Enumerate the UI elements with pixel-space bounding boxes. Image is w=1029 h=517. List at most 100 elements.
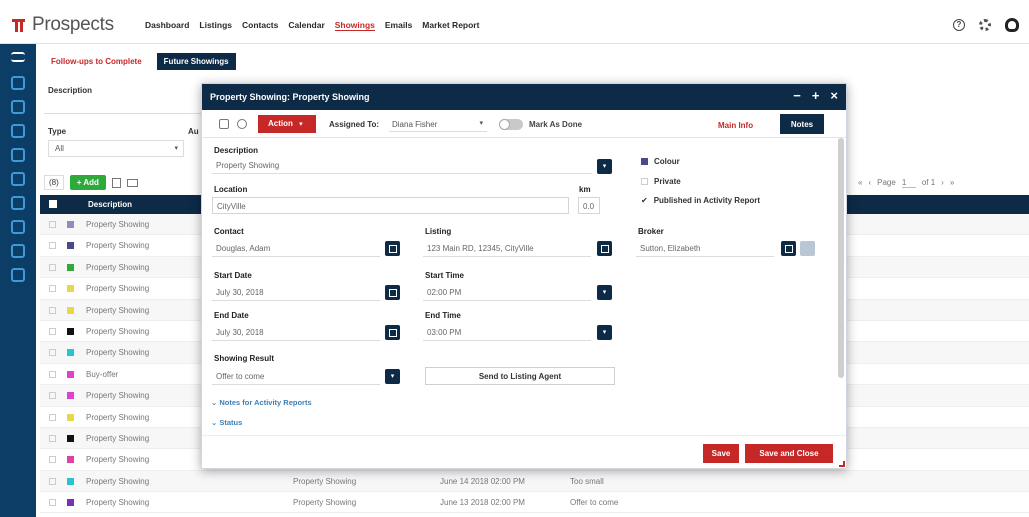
pager-next-icon[interactable]: › bbox=[941, 178, 944, 188]
contact-select[interactable]: Douglas, Adam bbox=[212, 240, 380, 257]
nav-emails[interactable]: Emails bbox=[385, 20, 412, 31]
book-icon[interactable] bbox=[11, 268, 25, 282]
row-checkbox[interactable] bbox=[49, 349, 56, 357]
end-time-select[interactable]: 03:00 PM bbox=[423, 324, 591, 341]
add-button[interactable]: + Add bbox=[69, 175, 106, 190]
row-checkbox[interactable] bbox=[49, 370, 56, 378]
row-checkbox[interactable] bbox=[49, 413, 56, 421]
export-icon[interactable] bbox=[111, 177, 121, 188]
tag-icon[interactable] bbox=[11, 244, 25, 258]
tab-follow-ups[interactable]: Follow-ups to Complete bbox=[44, 53, 149, 70]
nav-dashboard[interactable]: Dashboard bbox=[145, 20, 189, 31]
showing-result-dropdown-button[interactable]: ▾ bbox=[385, 369, 400, 384]
help-icon[interactable]: ? bbox=[953, 19, 965, 31]
save-and-close-button[interactable]: Save and Close bbox=[745, 444, 833, 463]
document-icon[interactable] bbox=[11, 220, 25, 234]
color-swatch bbox=[67, 499, 74, 507]
record-count[interactable]: (8) bbox=[44, 175, 64, 190]
end-date-calendar-icon[interactable] bbox=[385, 325, 400, 340]
nav-listings[interactable]: Listings bbox=[199, 20, 232, 31]
pager-first-icon[interactable]: « bbox=[858, 178, 862, 188]
start-date-input[interactable]: July 30, 2018 bbox=[212, 284, 380, 301]
compass-icon[interactable] bbox=[11, 172, 25, 186]
money-icon[interactable] bbox=[11, 100, 25, 114]
tab-main-info[interactable]: Main Info bbox=[718, 121, 753, 130]
resize-handle[interactable] bbox=[839, 461, 845, 467]
pager-last-icon[interactable]: » bbox=[950, 178, 954, 188]
published-option[interactable]: ✔ Published in Activity Report bbox=[641, 196, 760, 205]
table-row[interactable]: Property Showing Property Showing June 14 … bbox=[40, 470, 1029, 493]
km-input[interactable]: 0.0 bbox=[578, 197, 600, 214]
dialog-scrollbar[interactable] bbox=[838, 138, 844, 378]
gear-icon[interactable] bbox=[979, 19, 991, 31]
description-dropdown-button[interactable]: ▾ bbox=[597, 159, 612, 174]
start-date-calendar-icon[interactable] bbox=[385, 285, 400, 300]
row-checkbox[interactable] bbox=[49, 477, 56, 485]
list-toolbar: (8) + Add bbox=[44, 175, 138, 190]
end-date-input[interactable]: July 30, 2018 bbox=[212, 324, 380, 341]
dialog-title: Property Showing: Property Showing bbox=[210, 92, 370, 102]
tab-future-showings[interactable]: Future Showings bbox=[156, 53, 236, 70]
broker-lookup-button[interactable] bbox=[781, 241, 796, 256]
chevron-down-icon: ▾ bbox=[479, 120, 483, 127]
maximize-icon[interactable]: + bbox=[812, 89, 820, 103]
colour-option[interactable]: Colour bbox=[641, 157, 680, 166]
pager-prev-icon[interactable]: ‹ bbox=[868, 178, 871, 188]
pager-page-input[interactable]: 1 bbox=[901, 178, 916, 188]
listing-value: 123 Main RD, 12345, CityVille bbox=[427, 244, 534, 253]
print-icon[interactable] bbox=[237, 119, 247, 129]
calendar-icon[interactable] bbox=[11, 196, 25, 210]
row-checkbox[interactable] bbox=[49, 456, 56, 464]
contact-lookup-button[interactable] bbox=[385, 241, 400, 256]
app-logo[interactable]: Prospects bbox=[12, 14, 114, 36]
row-checkbox[interactable] bbox=[49, 285, 56, 293]
user-icon[interactable] bbox=[1005, 18, 1019, 32]
action-button[interactable]: Action ▾ bbox=[258, 115, 316, 133]
showing-result-select[interactable]: Offer to come bbox=[212, 368, 380, 385]
row-checkbox[interactable] bbox=[49, 242, 56, 250]
send-to-listing-agent-button[interactable]: Send to Listing Agent bbox=[425, 367, 615, 385]
table-row[interactable]: Property Showing Property Showing June 13 … bbox=[40, 492, 1029, 514]
notes-for-activity-reports-section[interactable]: ⌄ Notes for Activity Reports bbox=[211, 398, 312, 407]
nav-market-report[interactable]: Market Report bbox=[422, 20, 479, 31]
save-button[interactable]: Save bbox=[703, 444, 739, 463]
filter-type-select[interactable]: All ▾ bbox=[48, 140, 184, 157]
dialog-header[interactable]: Property Showing: Property Showing − + × bbox=[202, 84, 846, 110]
private-option[interactable]: Private bbox=[641, 177, 681, 186]
row-checkbox[interactable] bbox=[49, 434, 56, 442]
list-icon[interactable] bbox=[219, 119, 229, 129]
menu-icon[interactable] bbox=[11, 52, 25, 62]
start-time-select[interactable]: 02:00 PM bbox=[423, 284, 591, 301]
end-time-dropdown-button[interactable]: ▾ bbox=[597, 325, 612, 340]
row-checkbox[interactable] bbox=[49, 392, 56, 400]
chart-icon[interactable] bbox=[11, 148, 25, 162]
row-checkbox[interactable] bbox=[49, 499, 56, 507]
nav-showings[interactable]: Showings bbox=[334, 20, 375, 31]
nav-calendar[interactable]: Calendar bbox=[288, 20, 324, 31]
cloud-icon[interactable] bbox=[11, 124, 25, 138]
broker-select[interactable]: Sutton, Elizabeth bbox=[636, 240, 774, 257]
broker-add-button[interactable] bbox=[800, 241, 815, 256]
minimize-icon[interactable]: − bbox=[793, 89, 801, 103]
tab-notes[interactable]: Notes bbox=[780, 114, 824, 134]
row-checkbox[interactable] bbox=[49, 327, 56, 335]
row-checkbox[interactable] bbox=[49, 306, 56, 314]
row-checkbox[interactable] bbox=[49, 263, 56, 271]
start-time-dropdown-button[interactable]: ▾ bbox=[597, 285, 612, 300]
alert-icon[interactable] bbox=[11, 76, 25, 90]
mark-as-done-toggle[interactable] bbox=[499, 119, 523, 130]
start-time-label: Start Time bbox=[425, 271, 464, 280]
row-checkbox[interactable] bbox=[49, 221, 56, 228]
location-input[interactable]: CityVille bbox=[212, 197, 569, 214]
listing-lookup-button[interactable] bbox=[597, 241, 612, 256]
select-all-checkbox[interactable] bbox=[49, 200, 57, 208]
close-icon[interactable]: × bbox=[830, 89, 838, 103]
nav-contacts[interactable]: Contacts bbox=[242, 20, 278, 31]
column-description[interactable]: Description bbox=[88, 200, 132, 209]
assigned-to-select[interactable]: Diana Fisher ▾ bbox=[389, 116, 487, 132]
description-select[interactable]: Property Showing bbox=[212, 157, 592, 174]
print-icon[interactable] bbox=[126, 178, 138, 187]
status-section[interactable]: ⌄ Status bbox=[211, 418, 242, 427]
filter-description-input[interactable] bbox=[44, 98, 204, 114]
listing-select[interactable]: 123 Main RD, 12345, CityVille bbox=[423, 240, 591, 257]
